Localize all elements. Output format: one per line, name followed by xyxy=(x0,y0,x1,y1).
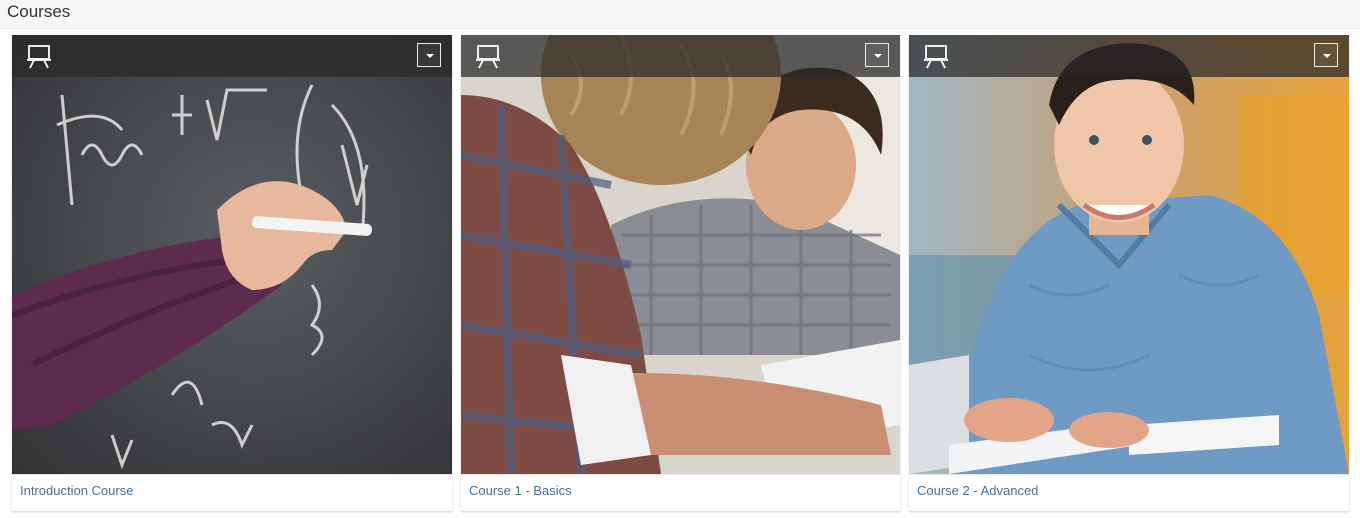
presentation-board-icon xyxy=(924,45,948,69)
course-caption: Introduction Course xyxy=(12,474,452,512)
course-menu-button[interactable] xyxy=(417,43,441,67)
page-title: Courses xyxy=(7,2,71,21)
course-caption: Course 1 - Basics xyxy=(461,474,900,512)
caret-down-icon xyxy=(1323,54,1331,58)
course-link[interactable]: Course 1 - Basics xyxy=(469,483,572,498)
caret-down-icon xyxy=(874,54,882,58)
card-toolbar xyxy=(12,35,452,77)
course-card-advanced[interactable]: Course 2 - Advanced xyxy=(909,35,1349,511)
course-card-introduction[interactable]: Introduction Course xyxy=(12,35,452,511)
course-menu-button[interactable] xyxy=(865,43,889,67)
page-header: Courses xyxy=(0,0,1360,29)
course-image-chalkboard[interactable] xyxy=(12,35,452,474)
course-link[interactable]: Introduction Course xyxy=(20,483,133,498)
card-toolbar xyxy=(909,35,1349,77)
presentation-board-icon xyxy=(27,45,51,69)
course-link[interactable]: Course 2 - Advanced xyxy=(917,483,1038,498)
course-caption: Course 2 - Advanced xyxy=(909,474,1349,512)
course-image-student-laptop[interactable] xyxy=(909,35,1349,474)
course-card-basics[interactable]: Course 1 - Basics xyxy=(461,35,900,511)
course-image-students[interactable] xyxy=(461,35,900,474)
presentation-board-icon xyxy=(476,45,500,69)
course-menu-button[interactable] xyxy=(1314,43,1338,67)
card-toolbar xyxy=(461,35,900,77)
caret-down-icon xyxy=(426,54,434,58)
